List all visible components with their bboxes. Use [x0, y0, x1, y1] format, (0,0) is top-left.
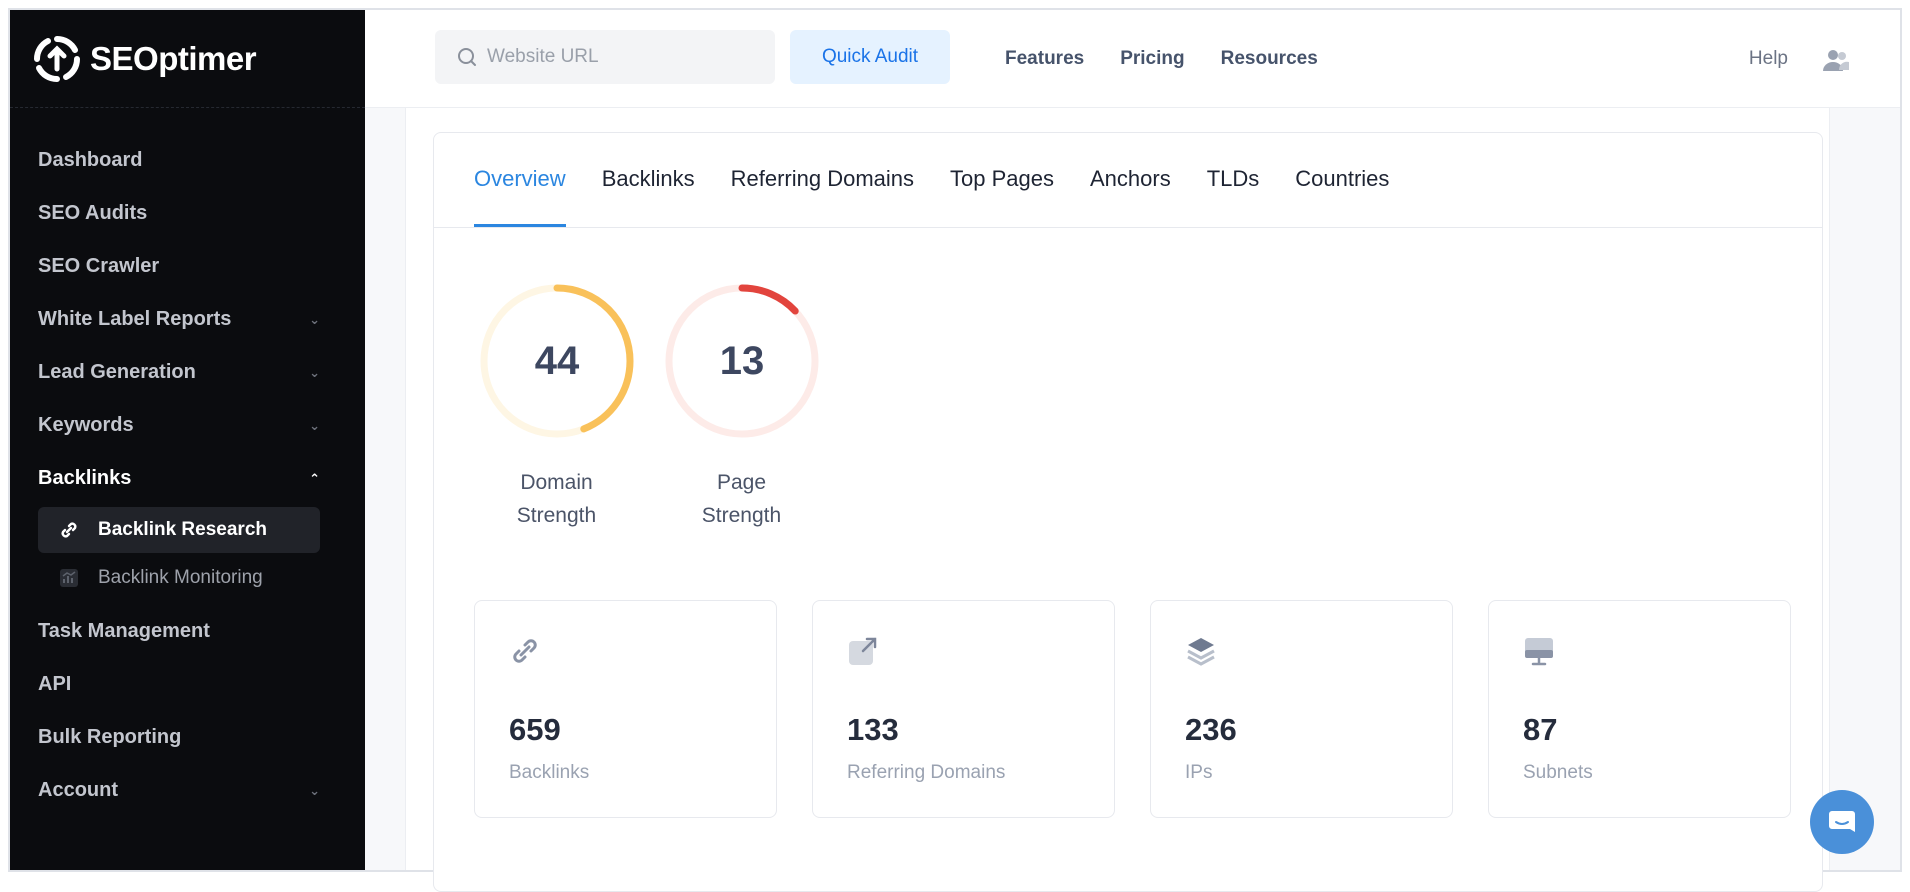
gauge-label-line: Domain — [520, 471, 593, 494]
domain-strength-gauge: 44 Domain Strength — [474, 281, 639, 532]
sidebar-nav: Dashboard SEO Audits SEO Crawler White L… — [10, 108, 365, 817]
sidebar-item-label: API — [38, 673, 72, 695]
stat-label: Subnets — [1523, 762, 1593, 783]
stat-value: 659 — [509, 712, 561, 747]
sidebar-item-label: Keywords — [38, 414, 134, 436]
sidebar-item-bulk-reporting[interactable]: Bulk Reporting — [10, 711, 365, 764]
help-link[interactable]: Help — [1749, 48, 1788, 70]
link-icon — [58, 519, 80, 541]
sidebar-item-label: Bulk Reporting — [38, 726, 182, 748]
sidebar-item-label: Backlinks — [38, 467, 132, 489]
sidebar-item-keywords[interactable]: Keywords ⌄ — [10, 399, 365, 452]
top-nav: Features Pricing Resources — [1005, 10, 1318, 108]
sidebar-item-white-label-reports[interactable]: White Label Reports ⌄ — [10, 293, 365, 346]
layers-icon — [1187, 638, 1215, 666]
chevron-down-icon: ⌄ — [309, 782, 320, 798]
gauge-label: Page Strength — [659, 466, 824, 532]
topbar: Quick Audit Features Pricing Resources H… — [365, 10, 1900, 108]
website-url-input[interactable] — [487, 46, 747, 68]
logo[interactable]: SEOptimer — [10, 10, 365, 108]
sidebar-item-label: Task Management — [38, 620, 210, 642]
logo-text: SEOptimer — [90, 39, 257, 77]
sidebar-item-label: SEO Crawler — [38, 255, 160, 277]
chevron-down-icon: ⌄ — [309, 417, 320, 433]
sidebar-item-label: White Label Reports — [38, 308, 232, 330]
stat-label: Referring Domains — [847, 762, 1006, 783]
tab-countries[interactable]: Countries — [1295, 166, 1389, 227]
tab-bar: Overview Backlinks Referring Domains Top… — [434, 133, 1822, 228]
gauge-ring: 13 — [665, 284, 818, 438]
sidebar-subitem-backlink-monitoring[interactable]: Backlink Monitoring — [38, 555, 320, 601]
search-icon — [458, 48, 476, 66]
sidebar-item-account[interactable]: Account ⌄ — [10, 764, 365, 817]
chat-launcher-button[interactable] — [1810, 790, 1874, 854]
monitor-icon — [1525, 638, 1553, 666]
stat-value: 87 — [1523, 712, 1558, 747]
stat-label: Backlinks — [509, 762, 590, 783]
sidebar-subitem-label: Backlink Research — [98, 519, 267, 540]
sidebar-item-dashboard[interactable]: Dashboard — [10, 134, 365, 187]
tab-backlinks[interactable]: Backlinks — [602, 166, 695, 227]
chart-icon — [58, 567, 80, 589]
stats-row: 659 Backlinks 133 Referring Domains 236 … — [474, 600, 1791, 818]
nav-pricing[interactable]: Pricing — [1120, 48, 1184, 70]
gauges: 44 Domain Strength 13 Page Strength — [474, 281, 824, 532]
tab-overview[interactable]: Overview — [474, 166, 566, 227]
external-link-icon — [849, 637, 877, 665]
tab-referring-domains[interactable]: Referring Domains — [731, 166, 914, 227]
chevron-up-icon: ⌃ — [309, 470, 320, 486]
sidebar-item-api[interactable]: API — [10, 658, 365, 711]
sidebar-item-lead-generation[interactable]: Lead Generation ⌄ — [10, 346, 365, 399]
gauge-label-line: Page — [716, 471, 767, 494]
gauge-label-line: Strength — [516, 504, 597, 527]
stat-card-backlinks: 659 Backlinks — [474, 600, 777, 818]
sidebar-item-seo-audits[interactable]: SEO Audits — [10, 187, 365, 240]
tab-anchors[interactable]: Anchors — [1090, 166, 1171, 227]
sidebar-item-label: SEO Audits — [38, 202, 148, 224]
sidebar-item-task-management[interactable]: Task Management — [10, 605, 365, 658]
logo-icon — [33, 35, 81, 82]
search-box[interactable] — [435, 30, 775, 84]
chat-icon — [1829, 811, 1855, 832]
sidebar-item-label: Dashboard — [38, 149, 143, 171]
gauge-value: 44 — [534, 339, 579, 383]
sidebar-subitem-backlink-research[interactable]: Backlink Research — [38, 507, 320, 553]
sidebar-item-seo-crawler[interactable]: SEO Crawler — [10, 240, 365, 293]
sidebar-item-label: Account — [38, 779, 118, 801]
stat-value: 236 — [1185, 712, 1237, 747]
nav-features[interactable]: Features — [1005, 48, 1084, 70]
link-icon — [513, 639, 537, 663]
stat-value: 133 — [847, 712, 899, 747]
sidebar-subitem-label: Backlink Monitoring — [98, 567, 263, 588]
stat-card-subnets: 87 Subnets — [1488, 600, 1791, 818]
nav-resources[interactable]: Resources — [1221, 48, 1318, 70]
sidebar-item-backlinks[interactable]: Backlinks ⌃ — [10, 452, 365, 505]
stat-card-ips: 236 IPs — [1150, 600, 1453, 818]
gauge-value: 13 — [719, 339, 764, 383]
sidebar: SEOptimer Dashboard SEO Audits SEO Crawl… — [10, 10, 365, 870]
stat-label: IPs — [1185, 762, 1213, 783]
tab-top-pages[interactable]: Top Pages — [950, 166, 1054, 227]
page-strength-gauge: 13 Page Strength — [659, 281, 824, 532]
chevron-down-icon: ⌄ — [309, 364, 320, 380]
gauge-label-line: Strength — [701, 504, 782, 527]
user-icon[interactable] — [1822, 48, 1850, 72]
chevron-down-icon: ⌄ — [309, 311, 320, 327]
quick-audit-button[interactable]: Quick Audit — [790, 30, 950, 84]
gauge-ring: 44 — [480, 284, 633, 438]
gauge-label: Domain Strength — [474, 466, 639, 532]
tab-tlds[interactable]: TLDs — [1207, 166, 1260, 227]
stat-card-referring-domains: 133 Referring Domains — [812, 600, 1115, 818]
sidebar-item-label: Lead Generation — [38, 361, 196, 383]
overview-card: Overview Backlinks Referring Domains Top… — [433, 132, 1823, 892]
